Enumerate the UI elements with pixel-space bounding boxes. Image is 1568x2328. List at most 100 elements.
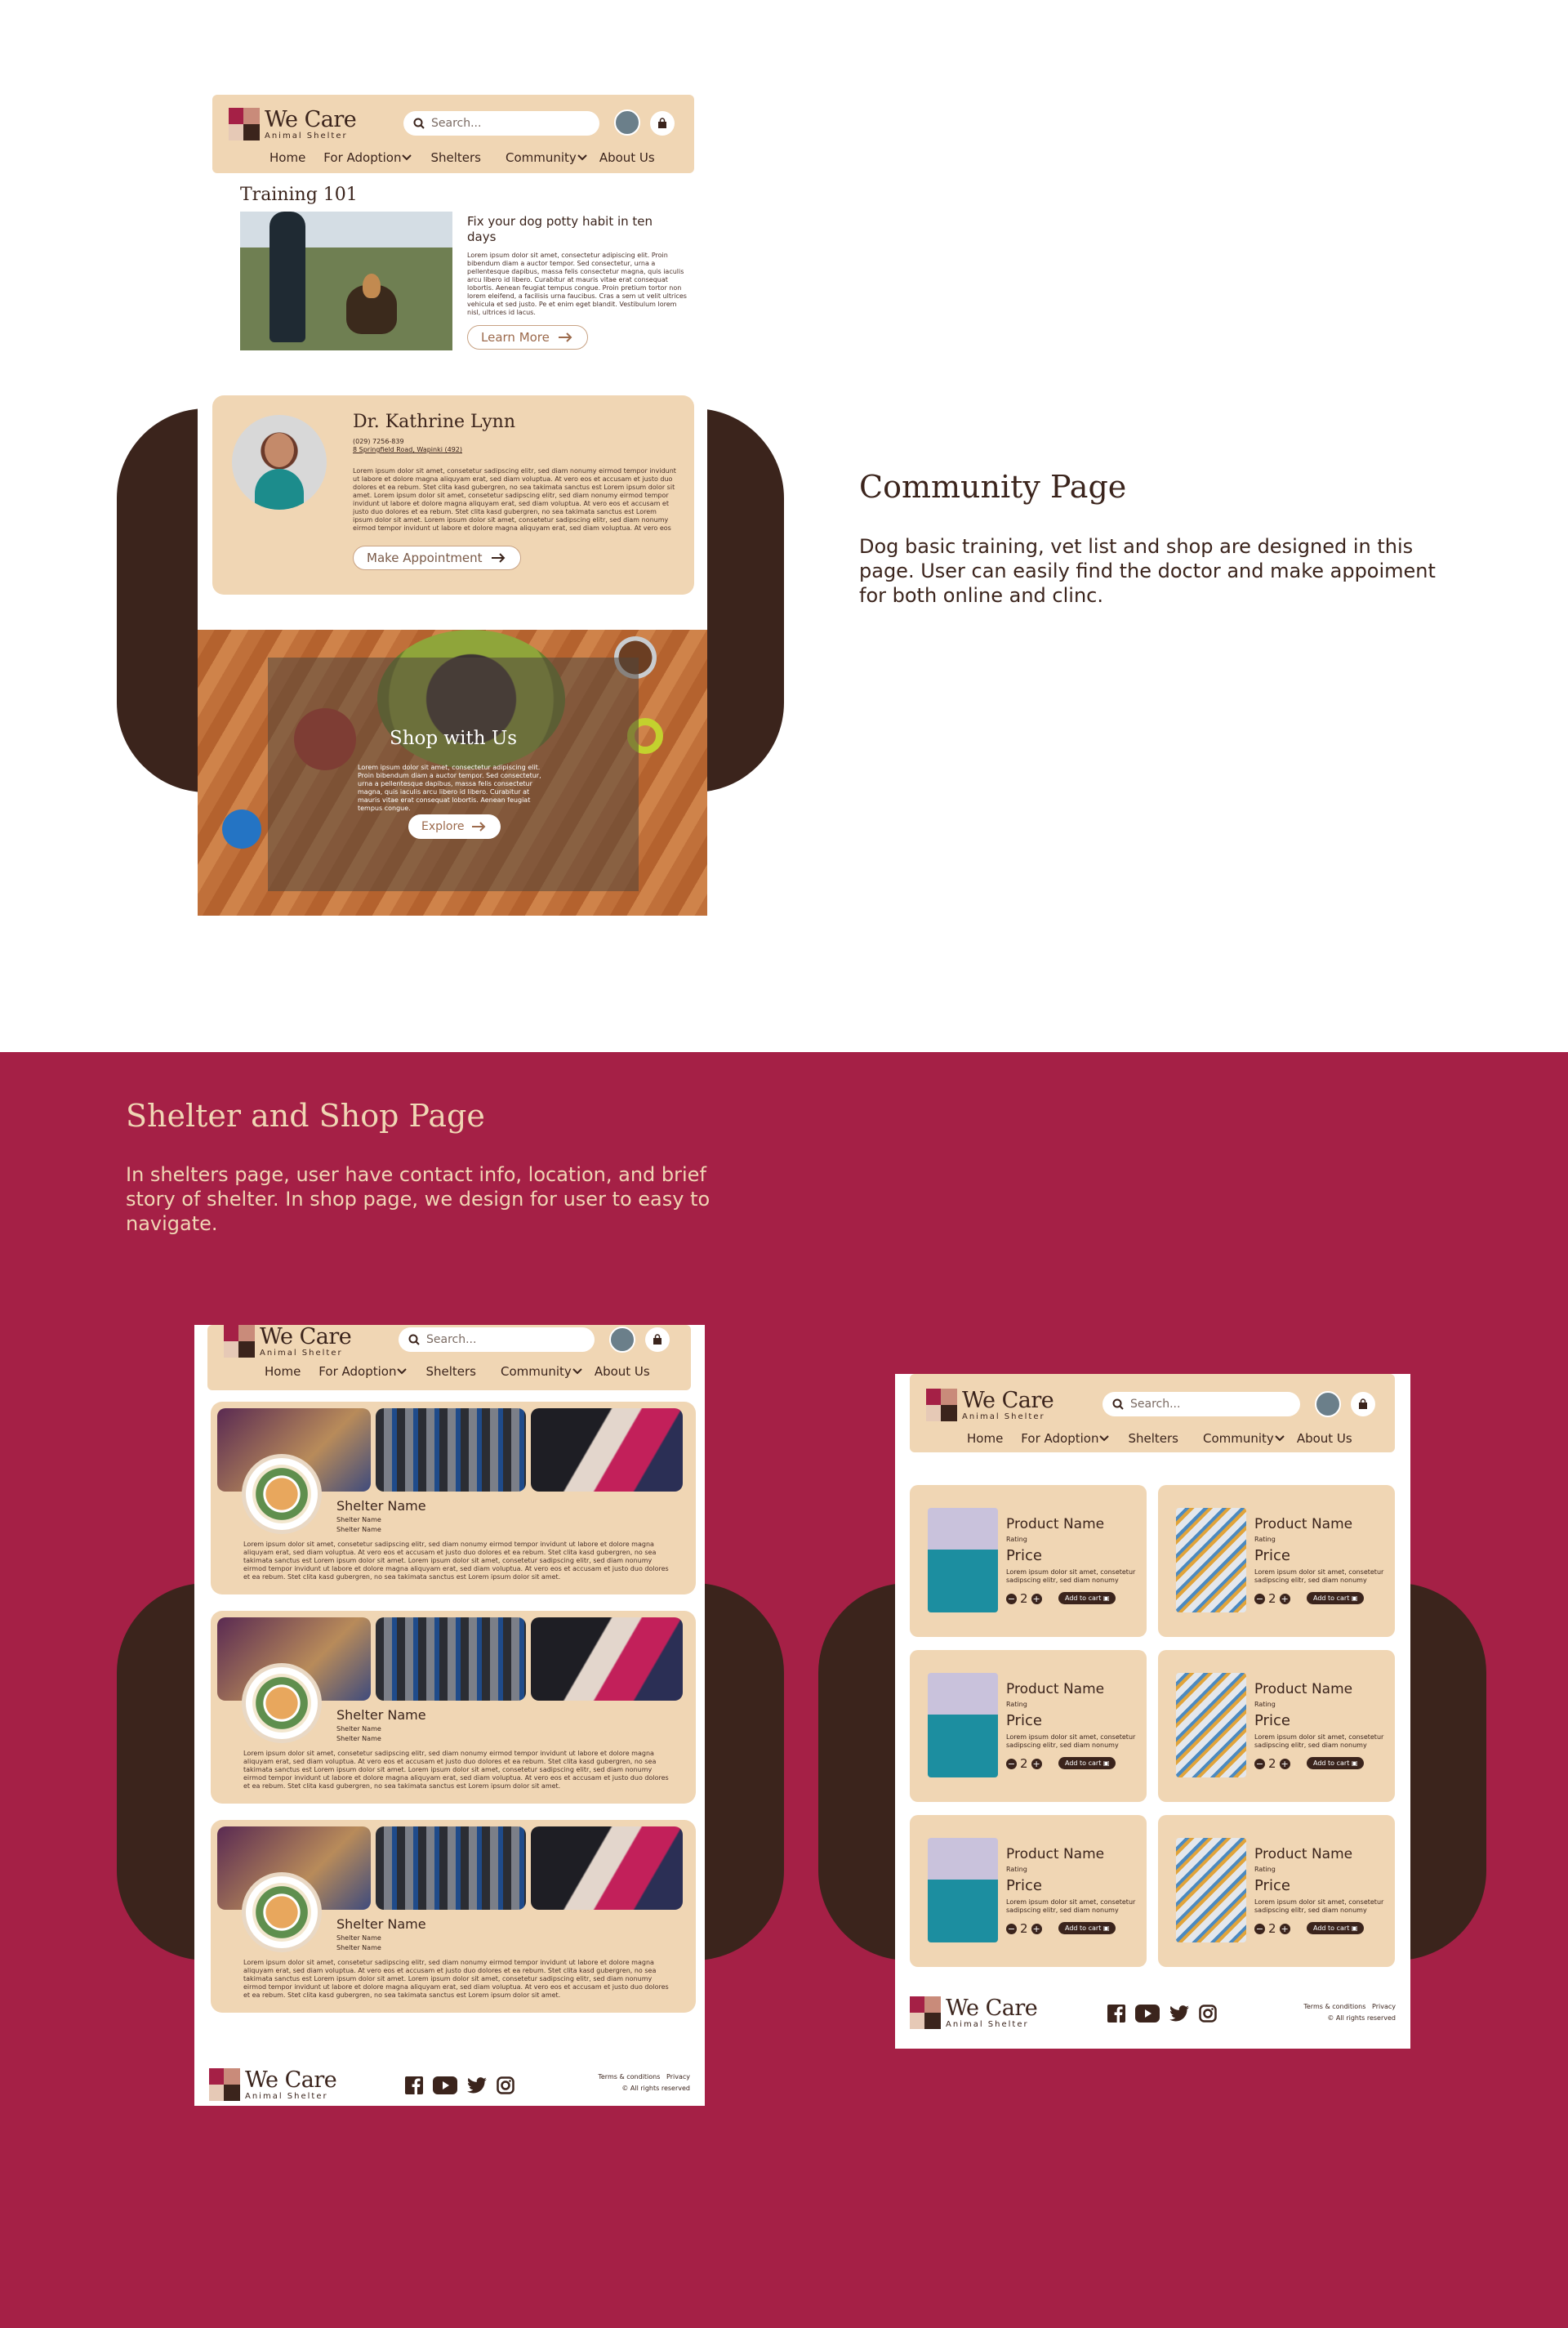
terms-link[interactable]: Terms & conditions — [1303, 2003, 1365, 2010]
cart-button[interactable] — [1351, 1392, 1375, 1416]
add-to-cart-button[interactable]: Add to cart ▣ — [1058, 1757, 1116, 1769]
minus-icon[interactable]: − — [1254, 1923, 1265, 1934]
nav-for-adoption[interactable]: For Adoption — [318, 1364, 408, 1379]
minus-icon[interactable]: − — [1254, 1593, 1265, 1604]
shop-title: Shop with Us — [389, 728, 518, 749]
shelter-card[interactable]: Shelter Name Shelter Name Shelter Name L… — [211, 1820, 696, 2013]
add-to-cart-button[interactable]: Add to cart ▣ — [1058, 1922, 1116, 1934]
shelter-card[interactable]: Shelter Name Shelter Name Shelter Name L… — [211, 1402, 696, 1594]
nav-community[interactable]: Community — [506, 150, 588, 165]
add-to-cart-button[interactable]: Add to cart ▣ — [1307, 1922, 1365, 1934]
nav-home[interactable]: Home — [270, 150, 305, 165]
logo[interactable]: We Care Animal Shelter — [926, 1389, 1054, 1421]
make-appointment-button[interactable]: Make Appointment — [353, 546, 521, 570]
shelter-name: Shelter Name — [336, 1498, 426, 1514]
product-name: Product Name — [1254, 1846, 1353, 1862]
product-name: Product Name — [1254, 1681, 1353, 1697]
shelter-logo — [242, 1454, 322, 1534]
minus-icon[interactable]: − — [1006, 1758, 1017, 1769]
add-to-cart-button[interactable]: Add to cart ▣ — [1307, 1757, 1365, 1769]
instagram-icon[interactable] — [1199, 2005, 1217, 2023]
facebook-icon[interactable] — [1107, 2005, 1125, 2023]
minus-icon[interactable]: − — [1006, 1593, 1017, 1604]
minus-icon[interactable]: − — [1006, 1923, 1017, 1934]
search-icon — [408, 1334, 420, 1345]
chevron-down-icon — [1099, 1435, 1110, 1442]
shop-overlay: Shop with Us Lorem ipsum dolor sit amet,… — [268, 658, 639, 891]
nav-home[interactable]: Home — [265, 1364, 301, 1379]
main-menu: Home For Adoption Shelters Community Abo… — [265, 1364, 650, 1379]
quantity-value: 2 — [1268, 1921, 1276, 1936]
user-avatar[interactable] — [609, 1327, 635, 1353]
twitter-icon[interactable] — [1169, 2005, 1189, 2022]
product-card[interactable]: Product Name Rating Price Lorem ipsum do… — [1158, 1650, 1395, 1802]
shopping-bag-icon: ▣ — [1351, 1924, 1358, 1932]
product-card[interactable]: Product Name Rating Price Lorem ipsum do… — [910, 1485, 1147, 1637]
vet-address[interactable]: 8 Springfield Road, Wapinki (492) — [353, 446, 462, 453]
search-input[interactable]: Search... — [1102, 1392, 1300, 1416]
nav-for-adoption[interactable]: For Adoption — [323, 150, 412, 165]
product-card[interactable]: Product Name Rating Price Lorem ipsum do… — [910, 1815, 1147, 1967]
search-icon — [1112, 1398, 1124, 1410]
user-avatar[interactable] — [1315, 1391, 1341, 1417]
cart-button[interactable] — [650, 111, 675, 136]
twitter-icon[interactable] — [467, 2077, 487, 2094]
add-to-cart-button[interactable]: Add to cart ▣ — [1058, 1592, 1116, 1604]
learn-more-button[interactable]: Learn More — [467, 325, 588, 350]
nav-shelters[interactable]: Shelters — [1128, 1431, 1178, 1446]
footer-logo[interactable]: We Care Animal Shelter — [209, 2068, 337, 2101]
quantity-stepper: −2 + — [1006, 1921, 1042, 1936]
shopping-bag-icon: ▣ — [1102, 1759, 1110, 1767]
nav-about-us[interactable]: About Us — [599, 150, 655, 165]
youtube-icon[interactable] — [1135, 2005, 1160, 2023]
instagram-icon[interactable] — [497, 2076, 514, 2094]
cart-button[interactable] — [645, 1327, 670, 1352]
plus-icon[interactable]: + — [1031, 1923, 1042, 1934]
product-image — [928, 1508, 998, 1612]
search-input[interactable]: Search... — [403, 111, 599, 136]
logo[interactable]: We Care Animal Shelter — [229, 108, 357, 140]
nav-for-adoption[interactable]: For Adoption — [1021, 1431, 1110, 1446]
plus-icon[interactable]: + — [1279, 1758, 1290, 1769]
add-to-cart-button[interactable]: Add to cart ▣ — [1307, 1592, 1365, 1604]
nav-home[interactable]: Home — [967, 1431, 1003, 1446]
product-card[interactable]: Product Name Rating Price Lorem ipsum do… — [1158, 1485, 1395, 1637]
brand-tagline: Animal Shelter — [260, 1348, 343, 1358]
chevron-down-icon — [1275, 1435, 1285, 1442]
search-input[interactable]: Search... — [399, 1327, 595, 1352]
explore-button[interactable]: Explore — [408, 814, 501, 839]
facebook-icon[interactable] — [405, 2076, 423, 2094]
privacy-link[interactable]: Privacy — [1372, 2003, 1396, 2010]
shelter-shop-description: In shelters page, user have contact info… — [126, 1163, 710, 1235]
product-card[interactable]: Product Name Rating Price Lorem ipsum do… — [910, 1650, 1147, 1802]
footer-legal: Terms & conditions Privacy © All rights … — [598, 2072, 690, 2094]
nav-shelters[interactable]: Shelters — [425, 1364, 476, 1379]
quantity-value: 2 — [1020, 1591, 1028, 1606]
brand-tagline: Animal Shelter — [946, 2019, 1029, 2029]
nav-about-us[interactable]: About Us — [1297, 1431, 1352, 1446]
nav-community[interactable]: Community — [1203, 1431, 1285, 1446]
header-bar: We Care Animal Shelter Search... Home For… — [212, 95, 694, 173]
plus-icon[interactable]: + — [1279, 1593, 1290, 1604]
privacy-link[interactable]: Privacy — [666, 2073, 690, 2080]
community-page-title: Community Page — [859, 469, 1127, 505]
nav-shelters[interactable]: Shelters — [430, 150, 481, 165]
logo-icon — [229, 108, 260, 140]
nav-about-us[interactable]: About Us — [595, 1364, 650, 1379]
user-avatar[interactable] — [614, 109, 640, 136]
plus-icon[interactable]: + — [1279, 1923, 1290, 1934]
product-rating: Rating — [1006, 1536, 1027, 1543]
arrow-right-icon — [471, 822, 485, 832]
product-card[interactable]: Product Name Rating Price Lorem ipsum do… — [1158, 1815, 1395, 1967]
shelter-card[interactable]: Shelter Name Shelter Name Shelter Name L… — [211, 1611, 696, 1804]
logo[interactable]: We Care Animal Shelter — [224, 1325, 352, 1358]
footer-logo[interactable]: We Care Animal Shelter — [910, 1996, 1038, 2029]
plus-icon[interactable]: + — [1031, 1758, 1042, 1769]
youtube-icon[interactable] — [433, 2076, 457, 2094]
minus-icon[interactable]: − — [1254, 1758, 1265, 1769]
search-placeholder: Search... — [1130, 1398, 1181, 1411]
plus-icon[interactable]: + — [1031, 1593, 1042, 1604]
product-image — [1176, 1673, 1246, 1777]
terms-link[interactable]: Terms & conditions — [598, 2073, 660, 2080]
nav-community[interactable]: Community — [501, 1364, 583, 1379]
